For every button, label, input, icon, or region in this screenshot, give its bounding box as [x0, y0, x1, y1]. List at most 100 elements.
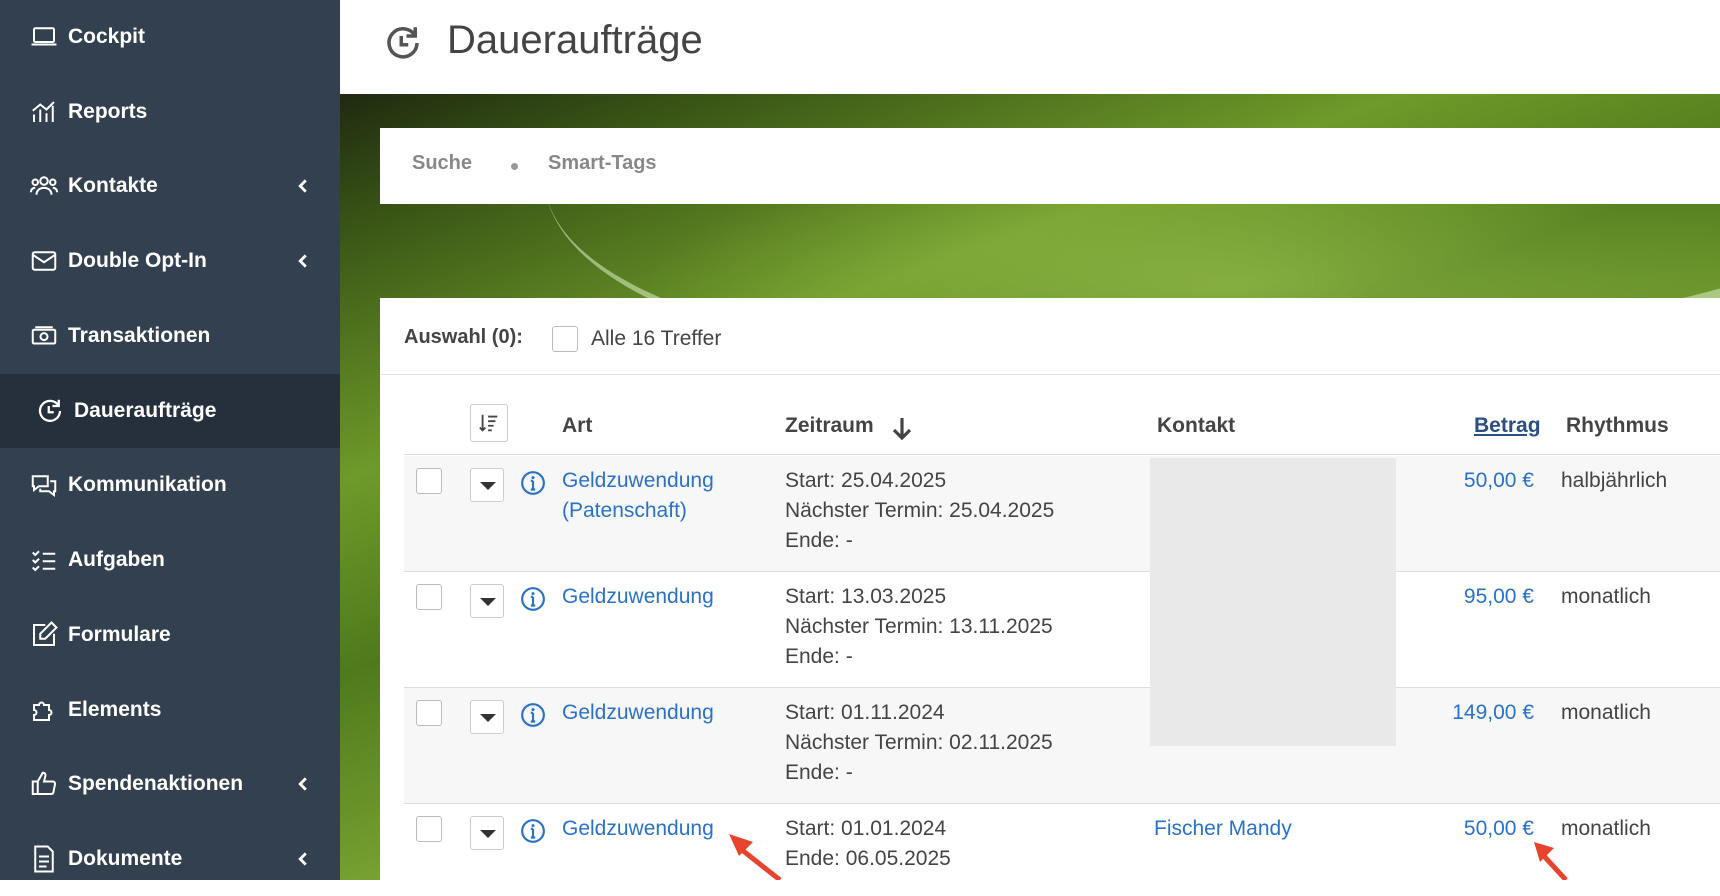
row-dropdown-button[interactable]: [470, 700, 504, 734]
chevron-left-icon: [298, 179, 307, 193]
sidebar-item-label: Formulare: [68, 623, 171, 646]
row-start: Start: 01.11.2024: [785, 701, 945, 724]
column-zeitraum[interactable]: Zeitraum: [785, 414, 874, 438]
sidebar-item-label: Reports: [68, 100, 148, 123]
annotation-arrow-icon: [1534, 842, 1568, 880]
row-betrag[interactable]: 95,00 €: [1404, 582, 1534, 612]
row-art-link[interactable]: Geldzuwendung: [562, 698, 714, 728]
recurring-clock-icon: [387, 27, 419, 59]
sidebar-item-label: Daueraufträge: [74, 399, 217, 422]
sidebar-item-formulare[interactable]: Formulare: [0, 598, 340, 672]
tasks-icon: [28, 544, 60, 576]
column-rhythmus[interactable]: Rhythmus: [1566, 414, 1669, 438]
sidebar-item-label: Double Opt-In: [68, 249, 207, 272]
row-start: Start: 01.01.2024: [785, 817, 947, 840]
row-rhythmus: monatlich: [1561, 585, 1651, 608]
redacted-contact-area: [1150, 458, 1396, 746]
row-next-date: Nächster Termin: 25.04.2025: [785, 499, 1055, 522]
row-betrag[interactable]: 149,00 €: [1404, 698, 1534, 728]
row-art-link[interactable]: Geldzuwendung: [562, 814, 714, 844]
sidebar-item-elements[interactable]: Elements: [0, 673, 340, 747]
row-checkbox[interactable]: [416, 584, 442, 610]
sidebar-item-label: Aufgaben: [68, 548, 165, 571]
row-dropdown-button[interactable]: [470, 468, 504, 502]
row-rhythmus: monatlich: [1561, 701, 1651, 724]
sidebar-item-label: Elements: [68, 698, 162, 721]
sidebar-item-spendenaktionen[interactable]: Spendenaktionen: [0, 747, 340, 821]
sidebar-item-label: Spendenaktionen: [68, 772, 244, 795]
search-bar: Suche Smart-Tags: [380, 128, 1720, 204]
row-art-link[interactable]: Geldzuwendung (Patenschaft): [562, 466, 742, 526]
table-row[interactable]: Geldzuwendung (Patenschaft) Start: 25.04…: [404, 456, 1720, 572]
row-end: Ende: -: [785, 529, 853, 552]
row-dropdown-button[interactable]: [470, 584, 504, 618]
row-end: Ende: -: [785, 645, 853, 668]
row-betrag[interactable]: 50,00 €: [1404, 814, 1534, 844]
row-dropdown-button[interactable]: [470, 816, 504, 850]
recurring-clock-icon: [34, 395, 66, 427]
table-header: Art Zeitraum Kontakt Betrag Rhythmus: [404, 398, 1720, 455]
sort-arrow-down-icon: [892, 418, 912, 440]
row-rhythmus: monatlich: [1561, 817, 1651, 840]
sidebar-item-reports[interactable]: Reports: [0, 75, 340, 149]
puzzle-icon: [28, 694, 60, 726]
row-betrag[interactable]: 50,00 €: [1404, 466, 1534, 496]
row-checkbox[interactable]: [416, 700, 442, 726]
envelope-icon: [28, 245, 60, 277]
row-start: Start: 25.04.2025: [785, 469, 947, 492]
sidebar-item-label: Dokumente: [68, 847, 183, 870]
chart-icon: [28, 96, 60, 128]
sidebar-item-dauerauftraege[interactable]: Daueraufträge: [0, 374, 340, 448]
sidebar-item-transaktionen[interactable]: Transaktionen: [0, 299, 340, 373]
chevron-left-icon: [298, 852, 307, 866]
sidebar-item-label: Kommunikation: [68, 473, 227, 496]
sidebar-item-cockpit[interactable]: Cockpit: [0, 0, 340, 74]
sidebar-item-label: Transaktionen: [68, 324, 211, 347]
column-betrag[interactable]: Betrag: [1474, 414, 1541, 438]
selection-row: Auswahl (0): Alle 16 Treffer: [380, 298, 1720, 375]
users-icon: [28, 170, 60, 202]
sidebar-item-aufgaben[interactable]: Aufgaben: [0, 523, 340, 597]
row-checkbox[interactable]: [416, 468, 442, 494]
selection-label: Auswahl (0):: [404, 326, 523, 348]
row-art-link[interactable]: Geldzuwendung: [562, 582, 714, 612]
row-end: Ende: 06.05.2025: [785, 847, 951, 870]
table-row[interactable]: Geldzuwendung Start: 01.11.2024 Nächster…: [404, 688, 1720, 804]
info-icon[interactable]: [520, 818, 546, 844]
sidebar: Cockpit Reports Kontakte Double Opt-In T…: [0, 0, 340, 880]
row-rhythmus: halbjährlich: [1561, 469, 1668, 492]
page-title: Daueraufträge: [447, 18, 703, 62]
select-all-checkbox[interactable]: [552, 326, 578, 352]
info-icon[interactable]: [520, 702, 546, 728]
sidebar-item-label: Kontakte: [68, 174, 158, 197]
separator-dot: [511, 163, 518, 170]
edit-icon: [28, 619, 60, 651]
money-icon: [28, 320, 60, 352]
sidebar-item-kontakte[interactable]: Kontakte: [0, 149, 340, 223]
row-end: Ende: -: [785, 761, 853, 784]
info-icon[interactable]: [520, 586, 546, 612]
row-next-date: Nächster Termin: 13.11.2025: [785, 615, 1053, 638]
thumbs-up-icon: [28, 768, 60, 800]
sidebar-item-double-opt-in[interactable]: Double Opt-In: [0, 224, 340, 298]
tab-suche[interactable]: Suche: [412, 152, 472, 175]
chat-icon: [28, 469, 60, 501]
sidebar-item-kommunikation[interactable]: Kommunikation: [0, 448, 340, 522]
table-row[interactable]: Geldzuwendung Start: 13.03.2025 Nächster…: [404, 572, 1720, 688]
column-kontakt[interactable]: Kontakt: [1157, 414, 1235, 438]
row-start: Start: 13.03.2025: [785, 585, 947, 608]
laptop-icon: [28, 21, 60, 53]
column-art[interactable]: Art: [562, 414, 592, 438]
info-icon[interactable]: [520, 470, 546, 496]
row-kontakt-link[interactable]: Fischer Mandy: [1154, 814, 1292, 844]
row-checkbox[interactable]: [416, 816, 442, 842]
annotation-arrow-icon: [729, 834, 782, 880]
sidebar-item-label: Cockpit: [68, 25, 146, 48]
tab-smart-tags[interactable]: Smart-Tags: [548, 152, 657, 175]
table-row[interactable]: Geldzuwendung Start: 01.01.2024 Ende: 06…: [404, 804, 1720, 880]
sidebar-item-dokumente[interactable]: Dokumente: [0, 822, 340, 896]
chevron-left-icon: [298, 254, 307, 268]
sort-options-button[interactable]: [470, 404, 508, 442]
select-all-label: Alle 16 Treffer: [591, 327, 722, 350]
document-icon: [28, 843, 60, 875]
